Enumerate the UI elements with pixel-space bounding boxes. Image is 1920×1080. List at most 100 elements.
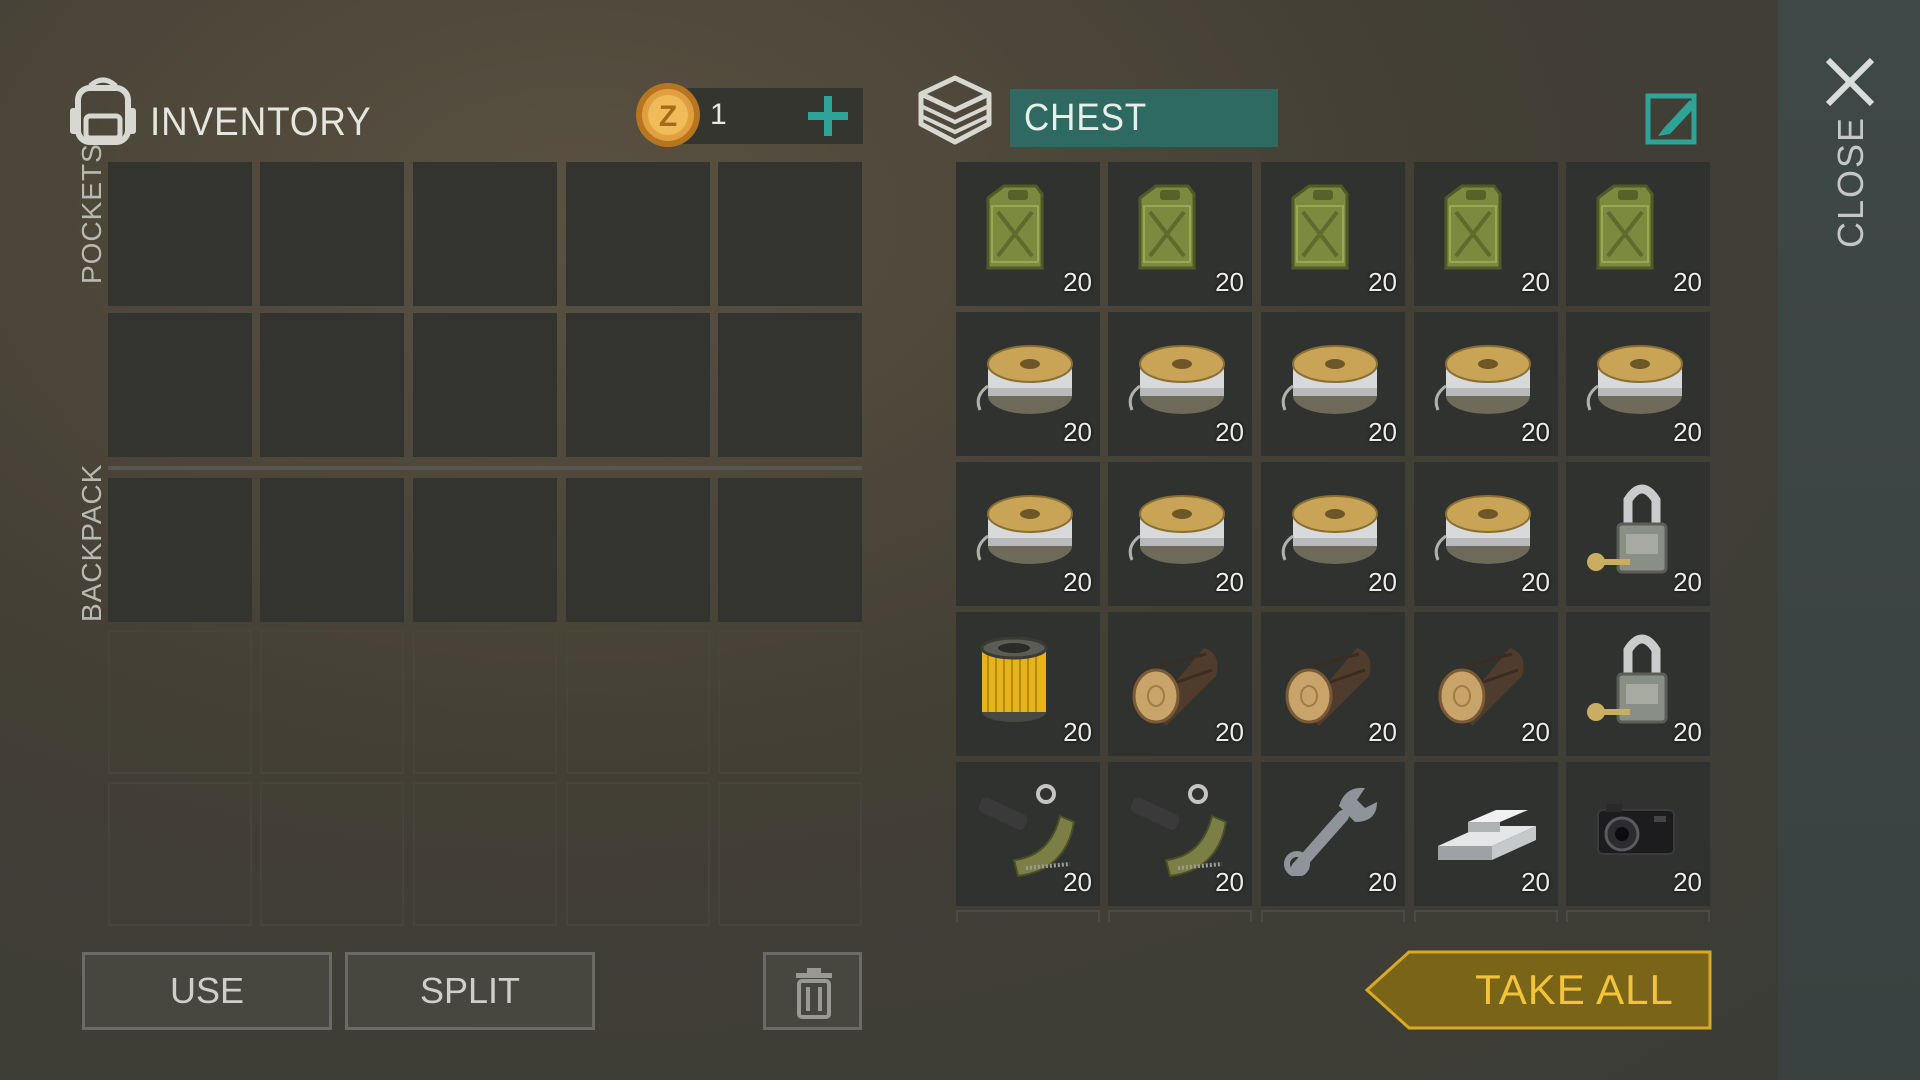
pocket-slot[interactable] [566, 313, 710, 457]
close-button[interactable]: CLOSE [1830, 116, 1872, 248]
locked-slot [413, 630, 557, 774]
chest-slot[interactable]: 20 [1108, 762, 1252, 906]
backpack-slot[interactable] [260, 478, 404, 622]
item-quantity: 20 [1521, 717, 1550, 747]
chest-slot[interactable]: 20 [1261, 612, 1405, 756]
locked-slot [108, 782, 252, 926]
chest-slot[interactable]: 20 [1108, 612, 1252, 756]
locked-slot [566, 630, 710, 774]
item-quantity: 20 [1063, 867, 1092, 897]
chest-slot[interactable]: 20 [1566, 162, 1710, 306]
locked-slot [260, 630, 404, 774]
item-quantity: 20 [1521, 267, 1550, 297]
item-quantity: 20 [1521, 867, 1550, 897]
item-quantity: 20 [1673, 717, 1702, 747]
item-quantity: 20 [1063, 567, 1092, 597]
pockets-label: POCKETS [76, 143, 107, 284]
pocket-slot[interactable] [108, 162, 252, 306]
chest-slot[interactable]: 20 [1261, 312, 1405, 456]
backpack-slot[interactable] [108, 478, 252, 622]
item-quantity: 20 [1673, 867, 1702, 897]
chest-slot[interactable]: 20 [1566, 762, 1710, 906]
chest-slot[interactable]: 20 [1108, 312, 1252, 456]
chest-slot[interactable]: 20 [956, 462, 1100, 606]
item-quantity: 20 [1368, 867, 1397, 897]
locked-slot [108, 630, 252, 774]
backpack-slot[interactable] [413, 478, 557, 622]
pocket-slot[interactable] [718, 313, 862, 457]
backpack-label: BACKPACK [76, 463, 107, 622]
item-quantity: 20 [1368, 567, 1397, 597]
chest-slot-partial [1414, 910, 1558, 922]
pocket-slot[interactable] [108, 313, 252, 457]
locked-slot [718, 782, 862, 926]
item-quantity: 20 [1215, 867, 1244, 897]
chest-slot[interactable]: 20 [1566, 312, 1710, 456]
chest-slot[interactable]: 20 [1414, 312, 1558, 456]
locked-slot [718, 630, 862, 774]
chest-slot[interactable]: 20 [1414, 462, 1558, 606]
pocket-slot[interactable] [260, 313, 404, 457]
close-icon[interactable] [1824, 56, 1876, 108]
take-all-button[interactable]: TAKE ALL [1365, 950, 1712, 1030]
item-quantity: 20 [1673, 567, 1702, 597]
locked-slot [260, 782, 404, 926]
chest-slot[interactable]: 20 [1566, 612, 1710, 756]
inventory-title: INVENTORY [150, 100, 372, 144]
chest-slot[interactable]: 20 [956, 762, 1100, 906]
svg-text:Z: Z [659, 100, 677, 133]
chest-slot[interactable]: 20 [1108, 162, 1252, 306]
chest-slot[interactable]: 20 [1566, 462, 1710, 606]
pocket-slot[interactable] [413, 162, 557, 306]
locked-slot [413, 782, 557, 926]
item-quantity: 20 [1215, 567, 1244, 597]
coin-icon: Z [636, 83, 700, 147]
item-quantity: 20 [1215, 267, 1244, 297]
chest-slot[interactable]: 20 [1414, 612, 1558, 756]
take-all-label: TAKE ALL [1475, 966, 1674, 1013]
chest-slot[interactable]: 20 [956, 312, 1100, 456]
pocket-slot[interactable] [260, 162, 404, 306]
locked-slot [566, 782, 710, 926]
item-quantity: 20 [1521, 417, 1550, 447]
chest-slot[interactable]: 20 [1261, 462, 1405, 606]
item-quantity: 20 [1368, 717, 1397, 747]
chest-slot-partial [1566, 910, 1710, 922]
pocket-slot[interactable] [566, 162, 710, 306]
backpack-icon [70, 77, 136, 145]
chest-title: CHEST [1024, 97, 1148, 139]
chest-slot[interactable]: 20 [1261, 762, 1405, 906]
trash-icon [796, 968, 832, 1019]
chest-slot-partial [1108, 910, 1252, 922]
split-button[interactable]: SPLIT [345, 952, 595, 1030]
use-label: USE [169, 970, 245, 1011]
chest-slot[interactable]: 20 [1414, 162, 1558, 306]
split-label: SPLIT [419, 970, 521, 1011]
pocket-slot[interactable] [413, 313, 557, 457]
coin-count: 1 [710, 98, 727, 131]
item-quantity: 20 [1673, 417, 1702, 447]
chest-name-field[interactable]: CHEST [1010, 89, 1278, 147]
add-coins-button[interactable] [800, 88, 856, 144]
use-button[interactable]: USE [82, 952, 332, 1030]
pocket-slot[interactable] [718, 162, 862, 306]
item-quantity: 20 [1368, 417, 1397, 447]
edit-icon[interactable] [1644, 88, 1702, 146]
section-divider [108, 466, 862, 470]
item-quantity: 20 [1063, 417, 1092, 447]
chest-slot[interactable]: 20 [1414, 762, 1558, 906]
item-quantity: 20 [1063, 267, 1092, 297]
chest-slot[interactable]: 20 [956, 612, 1100, 756]
backpack-slot[interactable] [566, 478, 710, 622]
item-quantity: 20 [1521, 567, 1550, 597]
item-quantity: 20 [1215, 417, 1244, 447]
item-quantity: 20 [1215, 717, 1244, 747]
chest-slot[interactable]: 20 [956, 162, 1100, 306]
chest-slot[interactable]: 20 [1108, 462, 1252, 606]
backpack-slot[interactable] [718, 478, 862, 622]
chest-slot[interactable]: 20 [1261, 162, 1405, 306]
trash-button[interactable] [763, 952, 862, 1030]
item-quantity: 20 [1063, 717, 1092, 747]
chest-slot-partial [1261, 910, 1405, 922]
chest-slot-partial [956, 910, 1100, 922]
